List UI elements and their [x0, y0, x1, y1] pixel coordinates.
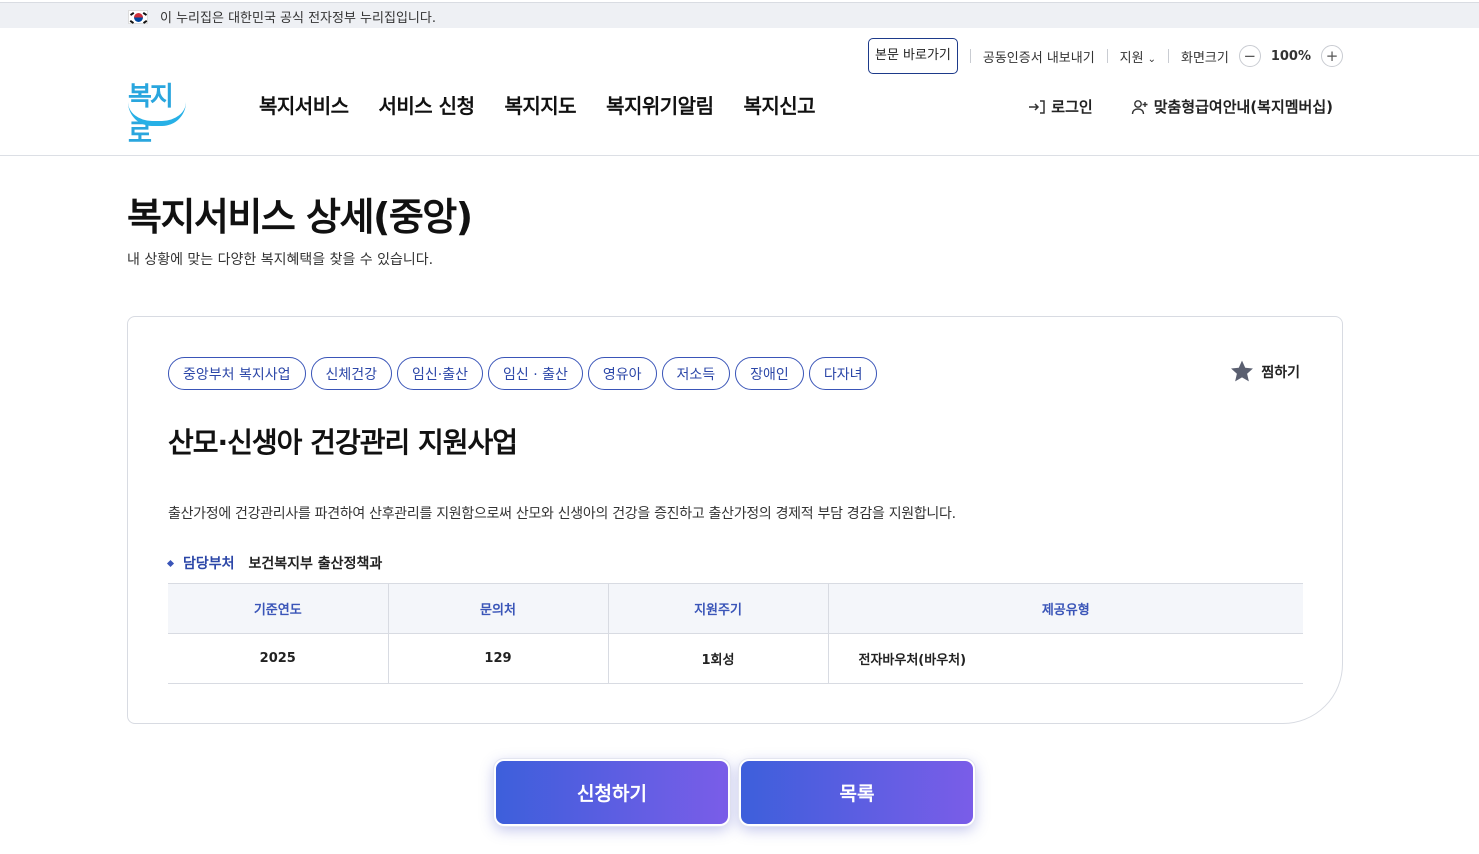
page-title: 복지서비스 상세(중앙)	[127, 195, 473, 239]
tag-infant[interactable]: 영유아	[587, 357, 657, 390]
department-info: 담당부처 보건복지부 출산정책과	[166, 553, 383, 573]
cell-contact: 129	[388, 633, 609, 684]
gov-banner: 이 누리집은 대한민국 공식 전자정부 누리집입니다.	[0, 2, 1479, 28]
tag-disabled[interactable]: 장애인	[735, 357, 804, 390]
nav-item-crisis-alert[interactable]: 복지위기알림	[606, 90, 714, 119]
service-description: 출산가정에 건강관리사를 파견하여 산후관리를 지원함으로써 산모와 신생아의 …	[168, 506, 956, 522]
member-menu: 로그인 맞춤형급여안내(복지멤버십)	[1028, 96, 1333, 117]
nav-item-welfare-service[interactable]: 복지서비스	[259, 90, 349, 119]
user-plus-icon	[1131, 99, 1148, 114]
main-nav: 복지서비스 서비스 신청 복지지도 복지위기알림 복지신고	[259, 90, 845, 119]
membership-label: 맞춤형급여안내(복지멤버십)	[1153, 98, 1333, 116]
skip-to-content-button[interactable]: 본문 바로가기	[867, 38, 958, 74]
zoom-in-button[interactable]: +	[1321, 45, 1343, 67]
zoom-out-button[interactable]: −	[1238, 45, 1261, 67]
divider	[1167, 49, 1169, 63]
header-base-year: 기준연도	[168, 583, 389, 634]
korea-flag-icon	[128, 9, 148, 24]
header-contact: 문의처	[388, 583, 609, 634]
login-link[interactable]: 로그인	[1028, 96, 1093, 117]
login-icon	[1029, 99, 1046, 114]
tag-central-ministry[interactable]: 중앙부처 복지사업	[168, 357, 306, 390]
nav-item-welfare-report[interactable]: 복지신고	[743, 90, 815, 119]
tag-physical-health[interactable]: 신체건강	[310, 357, 393, 390]
tag-pregnancy-birth-2[interactable]: 임신 · 출산	[488, 357, 583, 390]
department-label: 담당부처	[183, 556, 235, 572]
divider	[1106, 49, 1108, 63]
zoom-label: 화면크기	[1180, 50, 1229, 66]
gov-banner-text: 이 누리집은 대한민국 공식 전자정부 누리집입니다.	[160, 11, 436, 26]
zoom-value: 100%	[1270, 48, 1311, 64]
nav-item-welfare-map[interactable]: 복지지도	[504, 90, 576, 119]
tag-pregnancy-birth[interactable]: 임신·출산	[397, 357, 484, 390]
favorite-button[interactable]: 찜하기	[1229, 359, 1300, 384]
divider	[969, 49, 971, 63]
service-title: 산모·신생아 건강관리 지원사업	[168, 426, 518, 459]
tag-multi-child[interactable]: 다자녀	[808, 357, 878, 390]
department-value: 보건복지부 출산정책과	[248, 556, 383, 572]
table-header-row: 기준연도 문의처 지원주기 제공유형	[168, 583, 1303, 634]
favorite-label: 찜하기	[1261, 364, 1300, 381]
utility-bar: 본문 바로가기 공동인증서 내보내기 지원 ⌄ 화면크기 − 100% +	[867, 38, 1343, 74]
nav-item-service-apply[interactable]: 서비스 신청	[379, 90, 475, 119]
star-icon	[1231, 360, 1254, 382]
cell-support-cycle: 1회성	[608, 633, 829, 684]
cell-base-year: 2025	[168, 633, 389, 684]
login-label: 로그인	[1051, 98, 1093, 116]
service-info-table: 기준연도 문의처 지원주기 제공유형 2025 129 1회성 전자바우처(바우…	[168, 583, 1303, 684]
service-detail-card: 중앙부처 복지사업 신체건강 임신·출산 임신 · 출산 영유아 저소득 장애인…	[127, 316, 1343, 724]
cell-provision-type: 전자바우처(바우처)	[828, 633, 1303, 684]
apply-button[interactable]: 신청하기	[493, 758, 731, 827]
bullet-icon	[166, 559, 175, 567]
page-subtitle: 내 상황에 맞는 다양한 복지혜택을 찾을 수 있습니다.	[127, 252, 434, 268]
table-row: 2025 129 1회성 전자바우처(바우처)	[168, 633, 1303, 684]
membership-link[interactable]: 맞춤형급여안내(복지멤버십)	[1131, 96, 1333, 117]
support-dropdown[interactable]: 지원 ⌄	[1120, 47, 1156, 66]
header-support-cycle: 지원주기	[608, 583, 829, 634]
bokjiro-logo[interactable]: 복지로	[126, 76, 188, 149]
header-provision-type: 제공유형	[828, 583, 1303, 634]
list-button[interactable]: 목록	[738, 758, 976, 827]
chevron-down-icon: ⌄	[1147, 53, 1156, 65]
site-header: 복지로 본문 바로가기 공동인증서 내보내기 지원 ⌄ 화면크기 − 100% +…	[0, 28, 1479, 156]
cert-export-link[interactable]: 공동인증서 내보내기	[983, 47, 1095, 66]
support-label: 지원	[1119, 50, 1144, 66]
tag-low-income[interactable]: 저소득	[661, 357, 731, 390]
tag-list: 중앙부처 복지사업 신체건강 임신·출산 임신 · 출산 영유아 저소득 장애인…	[168, 357, 882, 390]
